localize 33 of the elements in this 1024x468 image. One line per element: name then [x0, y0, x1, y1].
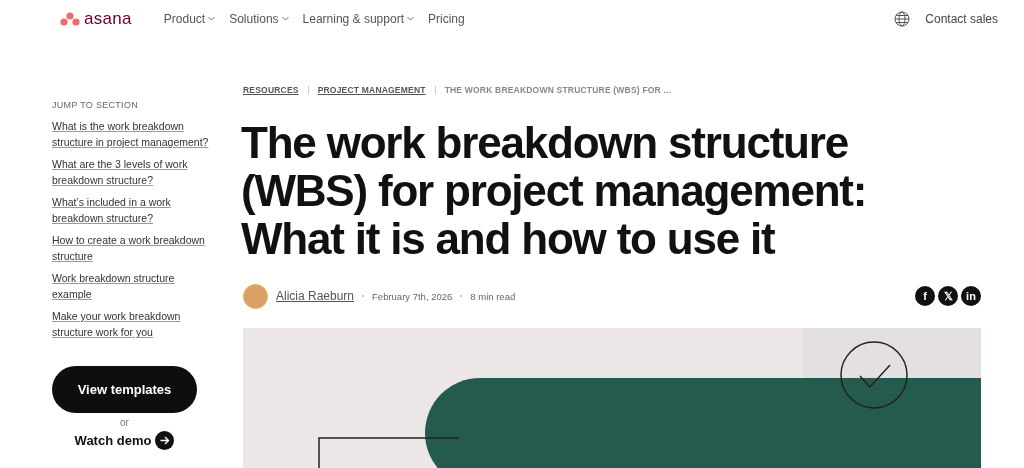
- read-time: 8 min read: [470, 290, 516, 302]
- section-link[interactable]: What is the work breakdown structure in project management?: [52, 118, 212, 150]
- logo-icon: [60, 11, 80, 26]
- chevron-down-icon: [406, 16, 414, 21]
- author-avatar: [243, 283, 268, 309]
- chevron-down-icon: [281, 16, 289, 21]
- nav-link[interactable]: Solutions: [229, 11, 289, 26]
- share-button[interactable]: f: [915, 286, 935, 306]
- section-link[interactable]: What are the 3 levels of work breakdown structure?: [52, 156, 212, 188]
- contact-sales-link[interactable]: Contact sales: [925, 11, 998, 26]
- nav-link[interactable]: Product: [163, 11, 216, 26]
- section-link[interactable]: Make your work breakdown structure work for you: [52, 308, 212, 340]
- section-link[interactable]: What’s included in a work breakdown structure?: [52, 194, 212, 226]
- author-link[interactable]: Alicia Raeburn: [276, 289, 355, 303]
- section-link[interactable]: How to create a work breakdown structure: [52, 232, 212, 264]
- section-heading: JUMP TO SECTION: [52, 100, 139, 110]
- section-link[interactable]: Work breakdown structure example: [52, 270, 212, 302]
- globe-icon[interactable]: [894, 10, 911, 27]
- logo[interactable]: asana: [60, 8, 132, 29]
- watch-demo-link[interactable]: Watch demo: [74, 431, 175, 450]
- article-title: The work breakdown structure (WBS) for project management: What it is and how to use it: [241, 119, 868, 263]
- view-templates-button[interactable]: View templates: [52, 366, 197, 413]
- nav-link[interactable]: Learning & support: [302, 11, 414, 26]
- breadcrumb-current: THE WORK BREAKDOWN STRUCTURE (WBS) FOR ...: [444, 85, 672, 95]
- share-button[interactable]: 𝕏: [938, 286, 958, 306]
- publish-date: February 7th, 2026: [372, 290, 453, 302]
- share-button[interactable]: in: [961, 286, 981, 306]
- or-text: or: [120, 417, 129, 428]
- breadcrumb-link[interactable]: RESOURCES: [243, 85, 299, 95]
- arrow-right-icon: [155, 431, 175, 450]
- breadcrumb-link[interactable]: PROJECT MANAGEMENT: [317, 85, 426, 95]
- chevron-down-icon: [208, 16, 216, 21]
- nav-link[interactable]: Pricing: [427, 11, 465, 26]
